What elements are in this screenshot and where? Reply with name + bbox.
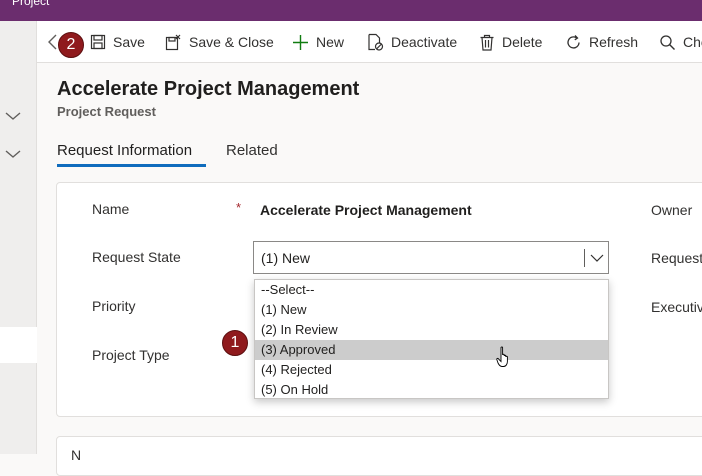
mouse-pointer-icon	[496, 346, 510, 373]
notes-section: N	[56, 436, 702, 476]
option-on-hold[interactable]: (5) On Hold	[255, 380, 608, 400]
option-select[interactable]: --Select--	[255, 280, 608, 300]
priority-label: Priority	[92, 298, 136, 314]
tab-request-information[interactable]: Request Information	[57, 142, 192, 159]
required-indicator: *	[236, 200, 242, 215]
delete-label: Delete	[502, 34, 543, 50]
request-state-label: Request State	[92, 249, 181, 265]
name-field[interactable]: Accelerate Project Management	[260, 202, 472, 218]
step-badge-2: 2	[58, 32, 84, 58]
executive-label: Executiv	[651, 299, 702, 315]
refresh-icon	[567, 34, 580, 48]
request-state-options: --Select-- (1) New (2) In Review (3) App…	[254, 279, 609, 399]
command-bar: Save Save & Close New Deactivate Delete	[37, 21, 702, 63]
tab-related[interactable]: Related	[226, 142, 278, 159]
chevron-down-icon[interactable]	[590, 251, 604, 270]
deactivate-label: Deactivate	[391, 34, 458, 50]
save-icon	[90, 34, 106, 50]
save-close-icon	[165, 34, 181, 50]
record-entity-type: Project Request	[57, 104, 156, 119]
save-close-label: Save & Close	[189, 34, 274, 50]
new-button[interactable]: New	[292, 21, 344, 63]
requester-label: Requeste	[651, 250, 702, 266]
save-button[interactable]: Save	[90, 21, 145, 63]
option-in-review[interactable]: (2) In Review	[255, 320, 608, 340]
project-type-label: Project Type	[92, 347, 170, 363]
option-new[interactable]: (1) New	[255, 300, 608, 320]
save-label: Save	[113, 34, 145, 50]
check-label: Che	[683, 34, 702, 50]
nav-item-selected[interactable]	[0, 327, 37, 363]
select-divider	[584, 249, 585, 267]
request-state-select[interactable]: (1) New	[253, 241, 609, 274]
chevron-down-icon[interactable]	[4, 145, 22, 163]
owner-label: Owner	[651, 202, 693, 218]
record-title: Accelerate Project Management	[57, 78, 360, 100]
deactivate-button[interactable]: Deactivate	[367, 21, 457, 63]
deactivate-icon	[368, 33, 384, 51]
save-and-close-button[interactable]: Save & Close	[165, 21, 274, 63]
delete-button[interactable]: Delete	[479, 21, 542, 63]
check-button[interactable]: Che	[659, 21, 702, 63]
section-title: N	[71, 447, 82, 463]
left-navigation	[0, 21, 37, 454]
magnifier-icon	[660, 34, 675, 50]
active-tab-indicator	[57, 164, 206, 167]
plus-icon	[293, 34, 308, 50]
new-label: New	[316, 34, 345, 50]
refresh-label: Refresh	[589, 34, 639, 50]
app-title-bar: Project	[0, 0, 702, 21]
chevron-down-icon[interactable]	[4, 107, 22, 125]
step-badge-1: 1	[222, 330, 248, 356]
trash-icon	[480, 34, 494, 51]
refresh-button[interactable]: Refresh	[565, 21, 638, 63]
app-title: Project	[12, 0, 50, 8]
name-field-label: Name	[92, 201, 130, 217]
request-state-value: (1) New	[261, 250, 311, 266]
option-approved[interactable]: (3) Approved	[255, 340, 608, 360]
option-rejected[interactable]: (4) Rejected	[255, 360, 608, 380]
